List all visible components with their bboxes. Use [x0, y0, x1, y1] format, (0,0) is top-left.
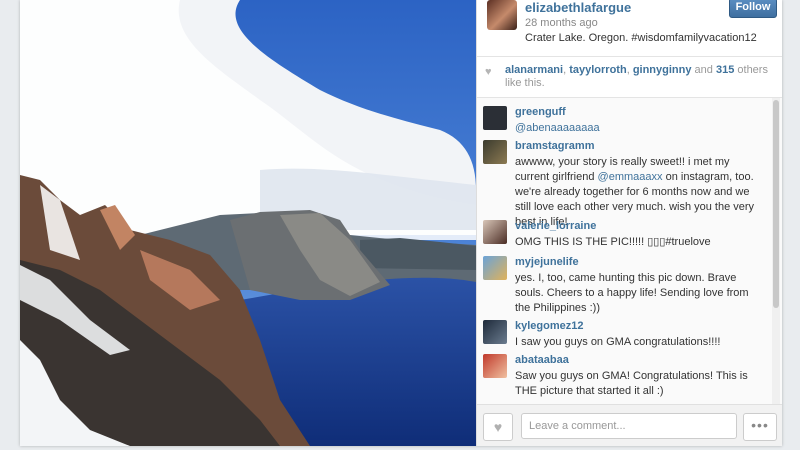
- likes-text: alanarmani, tayylorroth, ginnyginny and …: [505, 64, 768, 89]
- comment-text: awwww, your story is really sweet!! i me…: [515, 156, 755, 228]
- comments-scrollbar[interactable]: [772, 98, 780, 404]
- liker-link[interactable]: alanarmani: [505, 64, 563, 76]
- liker-link[interactable]: tayylorroth: [569, 64, 626, 76]
- comment-username[interactable]: kylegomez12: [515, 320, 583, 332]
- follow-button[interactable]: Follow: [729, 0, 777, 18]
- liker-link[interactable]: ginnyginny: [633, 64, 692, 76]
- comment-username[interactable]: bramstagramm: [515, 140, 594, 152]
- commenter-avatar[interactable]: [483, 106, 507, 130]
- ellipsis-icon: •••: [751, 417, 769, 433]
- heart-icon: ♥: [485, 66, 492, 78]
- comment-username[interactable]: abataabaa: [515, 354, 569, 366]
- comments-panel: elizabethlafargue 28 months ago Crater L…: [476, 0, 782, 446]
- post-username[interactable]: elizabethlafargue: [525, 0, 631, 15]
- comment-username[interactable]: myjejunelife: [515, 256, 579, 268]
- commenter-avatar[interactable]: [483, 140, 507, 164]
- heart-icon: ♥: [493, 419, 503, 435]
- comment-text: @abenaaaaaaaa: [515, 121, 765, 136]
- commenter-avatar[interactable]: [483, 320, 507, 344]
- comment-text: I saw you guys on GMA congratulations!!!…: [515, 336, 721, 348]
- post-caption: Crater Lake. Oregon. #wisdomfamilyvacati…: [525, 32, 757, 44]
- comment-mention[interactable]: @abenaaaaaaaa: [515, 122, 600, 134]
- post-lightbox: elizabethlafargue 28 months ago Crater L…: [20, 0, 782, 446]
- commenter-avatar[interactable]: [483, 256, 507, 280]
- comment-input[interactable]: [521, 413, 737, 439]
- comment-text: yes. I, too, came hunting this pic down.…: [515, 272, 749, 314]
- comment-username[interactable]: greenguff: [515, 106, 566, 118]
- likes-summary: ♥ alanarmani, tayylorroth, ginnyginny an…: [477, 57, 782, 98]
- commenter-avatar[interactable]: [483, 354, 507, 378]
- user-avatar[interactable]: [487, 0, 517, 30]
- post-timestamp: 28 months ago: [525, 17, 598, 29]
- like-button[interactable]: ♥: [483, 413, 513, 441]
- comment-mention[interactable]: @emmaaaxx: [598, 171, 663, 183]
- comment-text: OMG THIS IS THE PIC!!!!! ▯▯▯#truelove: [515, 236, 711, 248]
- comment-text: Saw you guys on GMA! Congratulations! Th…: [515, 370, 748, 397]
- post-header: elizabethlafargue 28 months ago Crater L…: [477, 0, 782, 57]
- scrollbar-thumb[interactable]: [773, 100, 779, 308]
- likes-count[interactable]: 315: [716, 64, 734, 76]
- commenter-avatar[interactable]: [483, 220, 507, 244]
- comment-username[interactable]: valerie_lorraine: [515, 220, 596, 232]
- comment-footer: ♥ •••: [477, 404, 782, 446]
- more-options-button[interactable]: •••: [743, 413, 777, 441]
- comment-list: greenguff @abenaaaaaaaa bramstagramm aww…: [483, 100, 771, 400]
- post-photo[interactable]: [20, 0, 476, 446]
